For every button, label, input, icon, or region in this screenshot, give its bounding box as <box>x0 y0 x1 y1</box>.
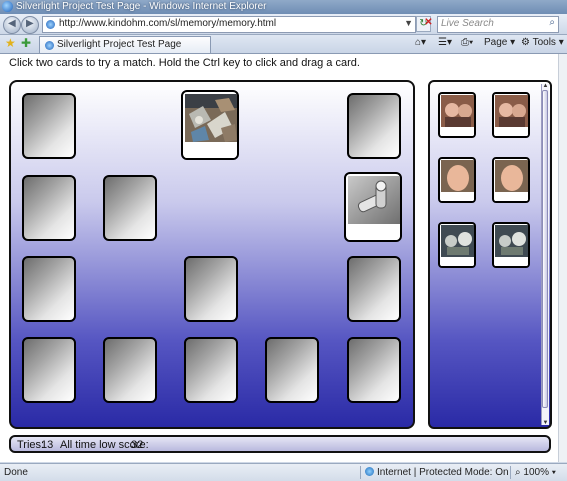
tab-page-icon <box>45 41 54 50</box>
security-zone[interactable]: Internet | Protected Mode: On <box>365 467 509 478</box>
low-score-value: 32 <box>131 439 144 451</box>
print-icon[interactable]: ⎙▾ <box>461 37 473 48</box>
tools-gear-icon: ⚙ <box>521 37 530 48</box>
search-icon[interactable]: ⌕ <box>549 17 555 28</box>
card-face-down[interactable] <box>22 175 76 241</box>
card-face-down[interactable] <box>347 256 401 322</box>
matched-card-people <box>438 92 476 138</box>
window-title-bar: Silverlight Project Test Page - Windows … <box>0 0 567 14</box>
card-face-down[interactable] <box>103 337 157 403</box>
card-face-down[interactable] <box>103 175 157 241</box>
card-face-down[interactable] <box>347 337 401 403</box>
matched-card-skulls <box>438 222 476 268</box>
page-menu-button[interactable]: Page ▾ <box>484 37 515 48</box>
card-face-down[interactable] <box>22 337 76 403</box>
page-menu-label: Page <box>484 37 508 48</box>
home-icon[interactable]: ⌂▾ <box>415 37 426 48</box>
add-favorite-icon[interactable]: ✚ <box>21 36 31 50</box>
ie-logo-icon <box>2 1 13 12</box>
back-button[interactable]: ◀ <box>3 16 21 34</box>
back-arrow-icon: ◀ <box>8 18 16 29</box>
card-face-down[interactable] <box>22 256 76 322</box>
matched-card-people <box>492 92 530 138</box>
card-face-up-pipe[interactable] <box>344 172 402 242</box>
address-toolbar: ◀ ▶ http://www.kindohm.com/sl/memory/mem… <box>0 14 567 35</box>
page-scrollbar[interactable] <box>558 54 567 462</box>
zone-text: Internet | Protected Mode: On <box>377 467 509 478</box>
card-face-down[interactable] <box>347 93 401 159</box>
matched-card-bald-head <box>492 157 530 203</box>
address-input[interactable]: http://www.kindohm.com/sl/memory/memory.… <box>42 16 416 33</box>
status-bar: Done Internet | Protected Mode: On ⌕ 100… <box>0 463 567 481</box>
card-face-down[interactable] <box>22 93 76 159</box>
search-placeholder: Live Search <box>441 18 494 29</box>
status-text: Done <box>4 467 28 478</box>
url-text: http://www.kindohm.com/sl/memory/memory.… <box>59 18 277 29</box>
address-dropdown-icon[interactable]: ▼ <box>404 18 413 28</box>
tools-menu-button[interactable]: ⚙ Tools ▾ <box>521 37 564 48</box>
forward-arrow-icon: ▶ <box>26 18 34 29</box>
tab-current[interactable]: Silverlight Project Test Page <box>39 36 211 53</box>
zoom-level: 100% <box>523 467 549 478</box>
scroll-up-icon[interactable]: ▲ <box>542 83 549 89</box>
card-face-down[interactable] <box>184 256 238 322</box>
matched-card-bald-head <box>438 157 476 203</box>
game-board <box>9 80 415 429</box>
zoom-control[interactable]: ⌕ 100% ▾ <box>515 467 556 478</box>
stop-button[interactable]: ✕ <box>422 16 435 30</box>
tools-menu-label: Tools <box>532 37 556 48</box>
search-input[interactable]: Live Search ⌕ <box>437 16 559 33</box>
game-instructions: Click two cards to try a match. Hold the… <box>9 57 360 69</box>
card-face-down[interactable] <box>265 337 319 403</box>
feeds-icon[interactable]: ☰▾ <box>438 37 452 48</box>
matched-card-skulls <box>492 222 530 268</box>
forward-button[interactable]: ▶ <box>21 16 39 34</box>
card-face-down[interactable] <box>184 337 238 403</box>
tray-scrollbar[interactable]: ▲ ▼ <box>541 83 549 426</box>
window-title: Silverlight Project Test Page - Windows … <box>16 1 267 12</box>
status-divider <box>360 466 361 479</box>
tries-value: 13 <box>41 439 54 451</box>
tray-scroll-thumb[interactable] <box>542 90 548 408</box>
page-icon <box>46 20 55 29</box>
tab-title: Silverlight Project Test Page <box>57 39 182 50</box>
globe-icon <box>365 467 374 476</box>
status-divider <box>510 466 511 479</box>
tab-bar: ★ ✚ Silverlight Project Test Page ⌂▾ ☰▾ … <box>0 35 567 54</box>
favorites-star-icon[interactable]: ★ <box>5 36 16 50</box>
scroll-down-icon[interactable]: ▼ <box>542 420 549 426</box>
matched-pairs-tray: ▲ ▼ <box>428 80 552 429</box>
card-face-up-scraps[interactable] <box>181 90 239 160</box>
score-bar: Tries: 13 All time low score: 32 <box>9 435 551 453</box>
